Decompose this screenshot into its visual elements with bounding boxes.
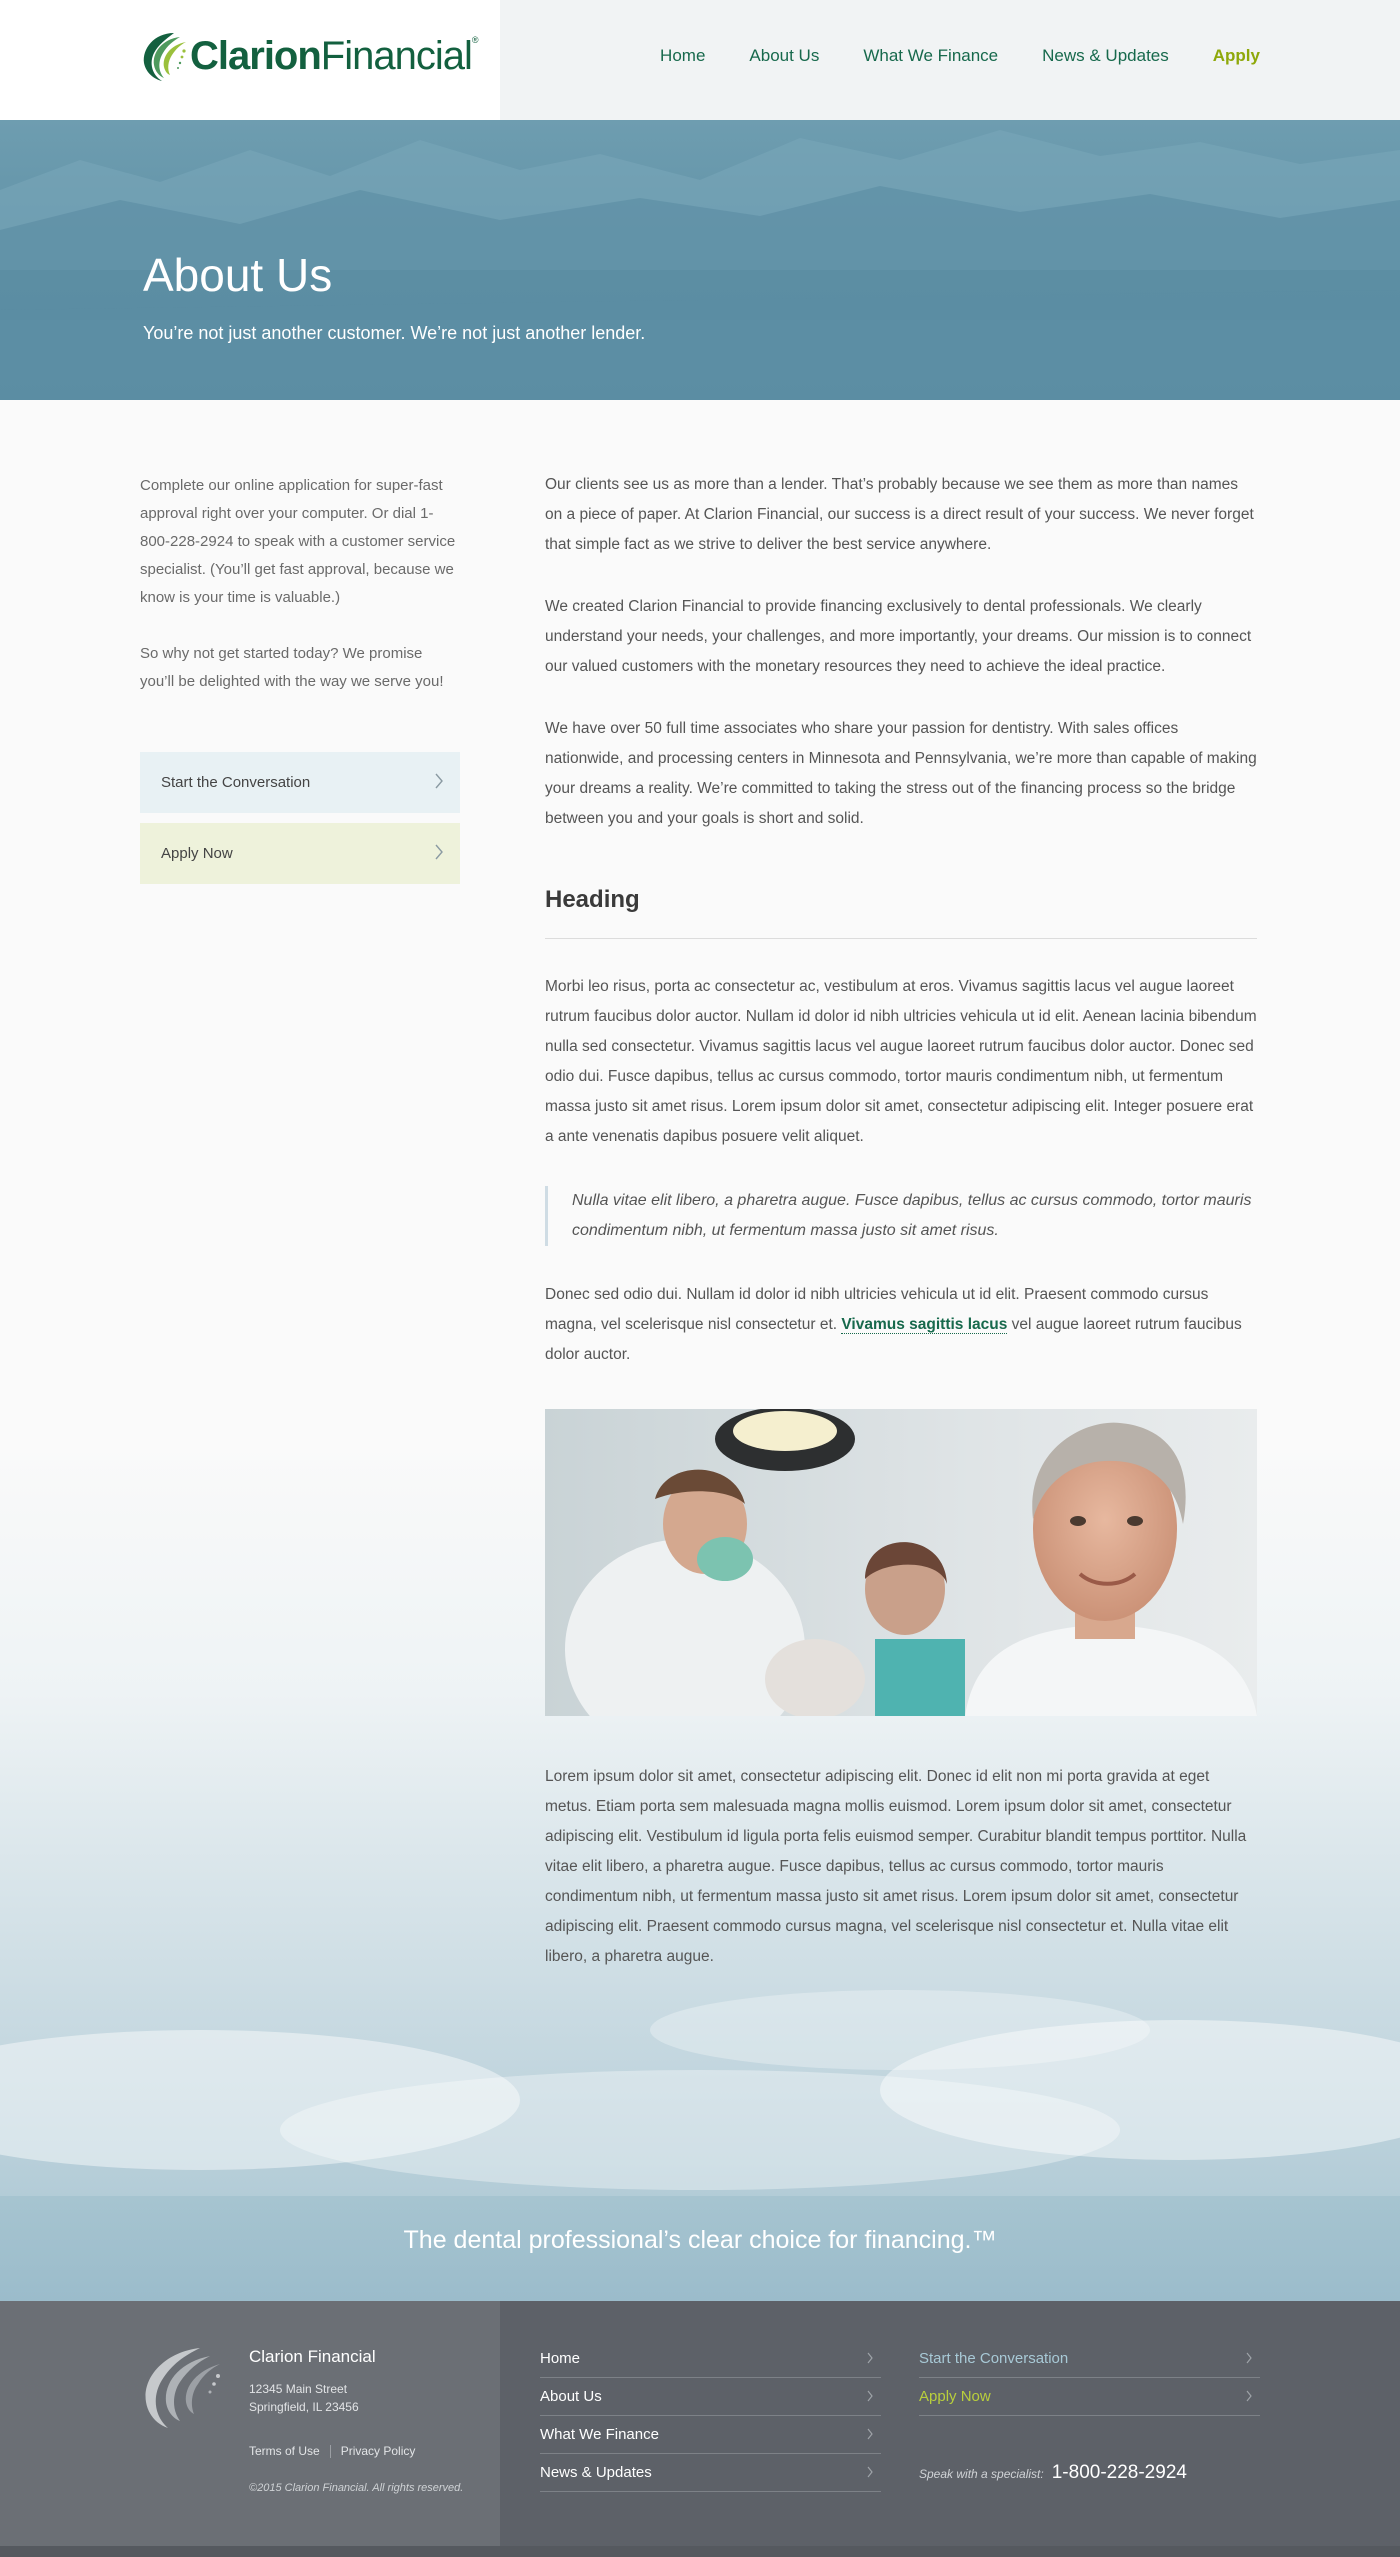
apply-now-button[interactable]: Apply Now (140, 823, 460, 884)
footer-nav: Home About Us What We Finance News & Upd… (540, 2340, 881, 2492)
footer-company-area (0, 2301, 500, 2557)
footer-cta-links: Start the Conversation Apply Now (919, 2340, 1260, 2416)
link-separator (329, 2444, 331, 2458)
clarion-financial-logo[interactable]: ClarionFinancial® (140, 26, 478, 86)
sidebar: Complete our online application for supe… (140, 472, 460, 724)
footer-phone-block: Speak with a specialist: 1-800-228-2924 (919, 2462, 1187, 2484)
footer-nav-about-us[interactable]: About Us (540, 2378, 881, 2416)
start-conversation-label: Start the Conversation (161, 774, 311, 791)
footer-nav-news-updates[interactable]: News & Updates (540, 2454, 881, 2492)
paragraph-1: Our clients see us as more than a lender… (545, 476, 1254, 553)
article-link-section: Donec sed odio dui. Nullam id dolor id n… (545, 1280, 1257, 1370)
main-nav: Home About Us What We Finance News & Upd… (616, 46, 1260, 66)
chevron-right-icon (1246, 2390, 1252, 2402)
chevron-right-icon (867, 2390, 873, 2402)
terms-of-use-link[interactable]: Terms of Use (249, 2444, 320, 2458)
blockquote: Nulla vitae elit libero, a pharetra augu… (545, 1186, 1257, 1246)
inline-link[interactable]: Vivamus sagittis lacus (841, 1316, 1008, 1334)
apply-now-label: Apply Now (161, 845, 233, 862)
chevron-right-icon (1246, 2352, 1252, 2364)
paragraph-6: Lorem ipsum dolor sit amet, consectetur … (545, 1768, 1247, 1965)
chevron-right-icon (867, 2352, 873, 2364)
footer-apply-now-link[interactable]: Apply Now (919, 2378, 1260, 2416)
nav-what-we-finance[interactable]: What We Finance (863, 46, 998, 66)
start-conversation-button[interactable]: Start the Conversation (140, 752, 460, 813)
footer-start-conversation-link[interactable]: Start the Conversation (919, 2340, 1260, 2378)
nav-apply[interactable]: Apply (1213, 46, 1260, 66)
logo-wordmark: ClarionFinancial® (190, 34, 478, 78)
tagline-text: The dental professional’s clear choice f… (403, 2226, 997, 2254)
nav-about-us[interactable]: About Us (749, 46, 819, 66)
footer-nav-home[interactable]: Home (540, 2340, 881, 2378)
paragraph-3: We have over 50 full time associates who… (545, 720, 1257, 827)
sidebar-intro-text: Complete our online application for supe… (140, 477, 456, 606)
footer-nav-what-we-finance[interactable]: What We Finance (540, 2416, 881, 2454)
phone-number[interactable]: 1-800-228-2924 (1052, 2462, 1187, 2484)
dentist-photo (545, 1409, 1257, 1716)
footer-address-city: Springfield, IL 23456 (249, 2400, 359, 2414)
paragraph-5: Donec sed odio dui. Nullam id dolor id n… (545, 1286, 1242, 1363)
chevron-right-icon (867, 2428, 873, 2440)
footer-legal-links: Terms of Use Privacy Policy (249, 2444, 415, 2458)
section-heading: Heading (545, 886, 640, 913)
nav-news-updates[interactable]: News & Updates (1042, 46, 1169, 66)
swoosh-logo-icon (143, 33, 186, 81)
copyright-text: ©2015 Clarion Financial. All rights rese… (249, 2482, 464, 2494)
sidebar-promise-text: So why not get started today? We promise… (140, 645, 444, 690)
nav-home[interactable]: Home (660, 46, 705, 66)
paragraph-4: Morbi leo risus, porta ac consectetur ac… (545, 978, 1257, 1145)
paragraph-2: We created Clarion Financial to provide … (545, 598, 1252, 675)
footer-address-street: 12345 Main Street (249, 2382, 348, 2396)
quote-text: Nulla vitae elit libero, a pharetra augu… (572, 1192, 1252, 1239)
chevron-right-icon (867, 2466, 873, 2478)
privacy-policy-link[interactable]: Privacy Policy (341, 2444, 416, 2458)
article-closing: Lorem ipsum dolor sit amet, consectetur … (545, 1762, 1257, 1972)
heading-divider (545, 938, 1257, 939)
site-header: ClarionFinancial® Home About Us What We … (0, 0, 1400, 120)
article-body: Our clients see us as more than a lender… (545, 470, 1257, 834)
speak-label: Speak with a specialist: (919, 2467, 1044, 2481)
article-section: Morbi leo risus, porta ac consectetur ac… (545, 972, 1257, 1152)
page-title: About Us (143, 249, 333, 301)
page-subtitle: You’re not just another customer. We’re … (143, 323, 646, 343)
chevron-right-icon (435, 844, 443, 860)
chevron-right-icon (435, 773, 443, 789)
footer-swoosh-logo-icon (145, 2348, 220, 2428)
footer-company-name: Clarion Financial (249, 2347, 376, 2366)
footer-bottom-strip (0, 2546, 1400, 2557)
hero-banner: About Us You’re not just another custome… (0, 120, 1400, 400)
